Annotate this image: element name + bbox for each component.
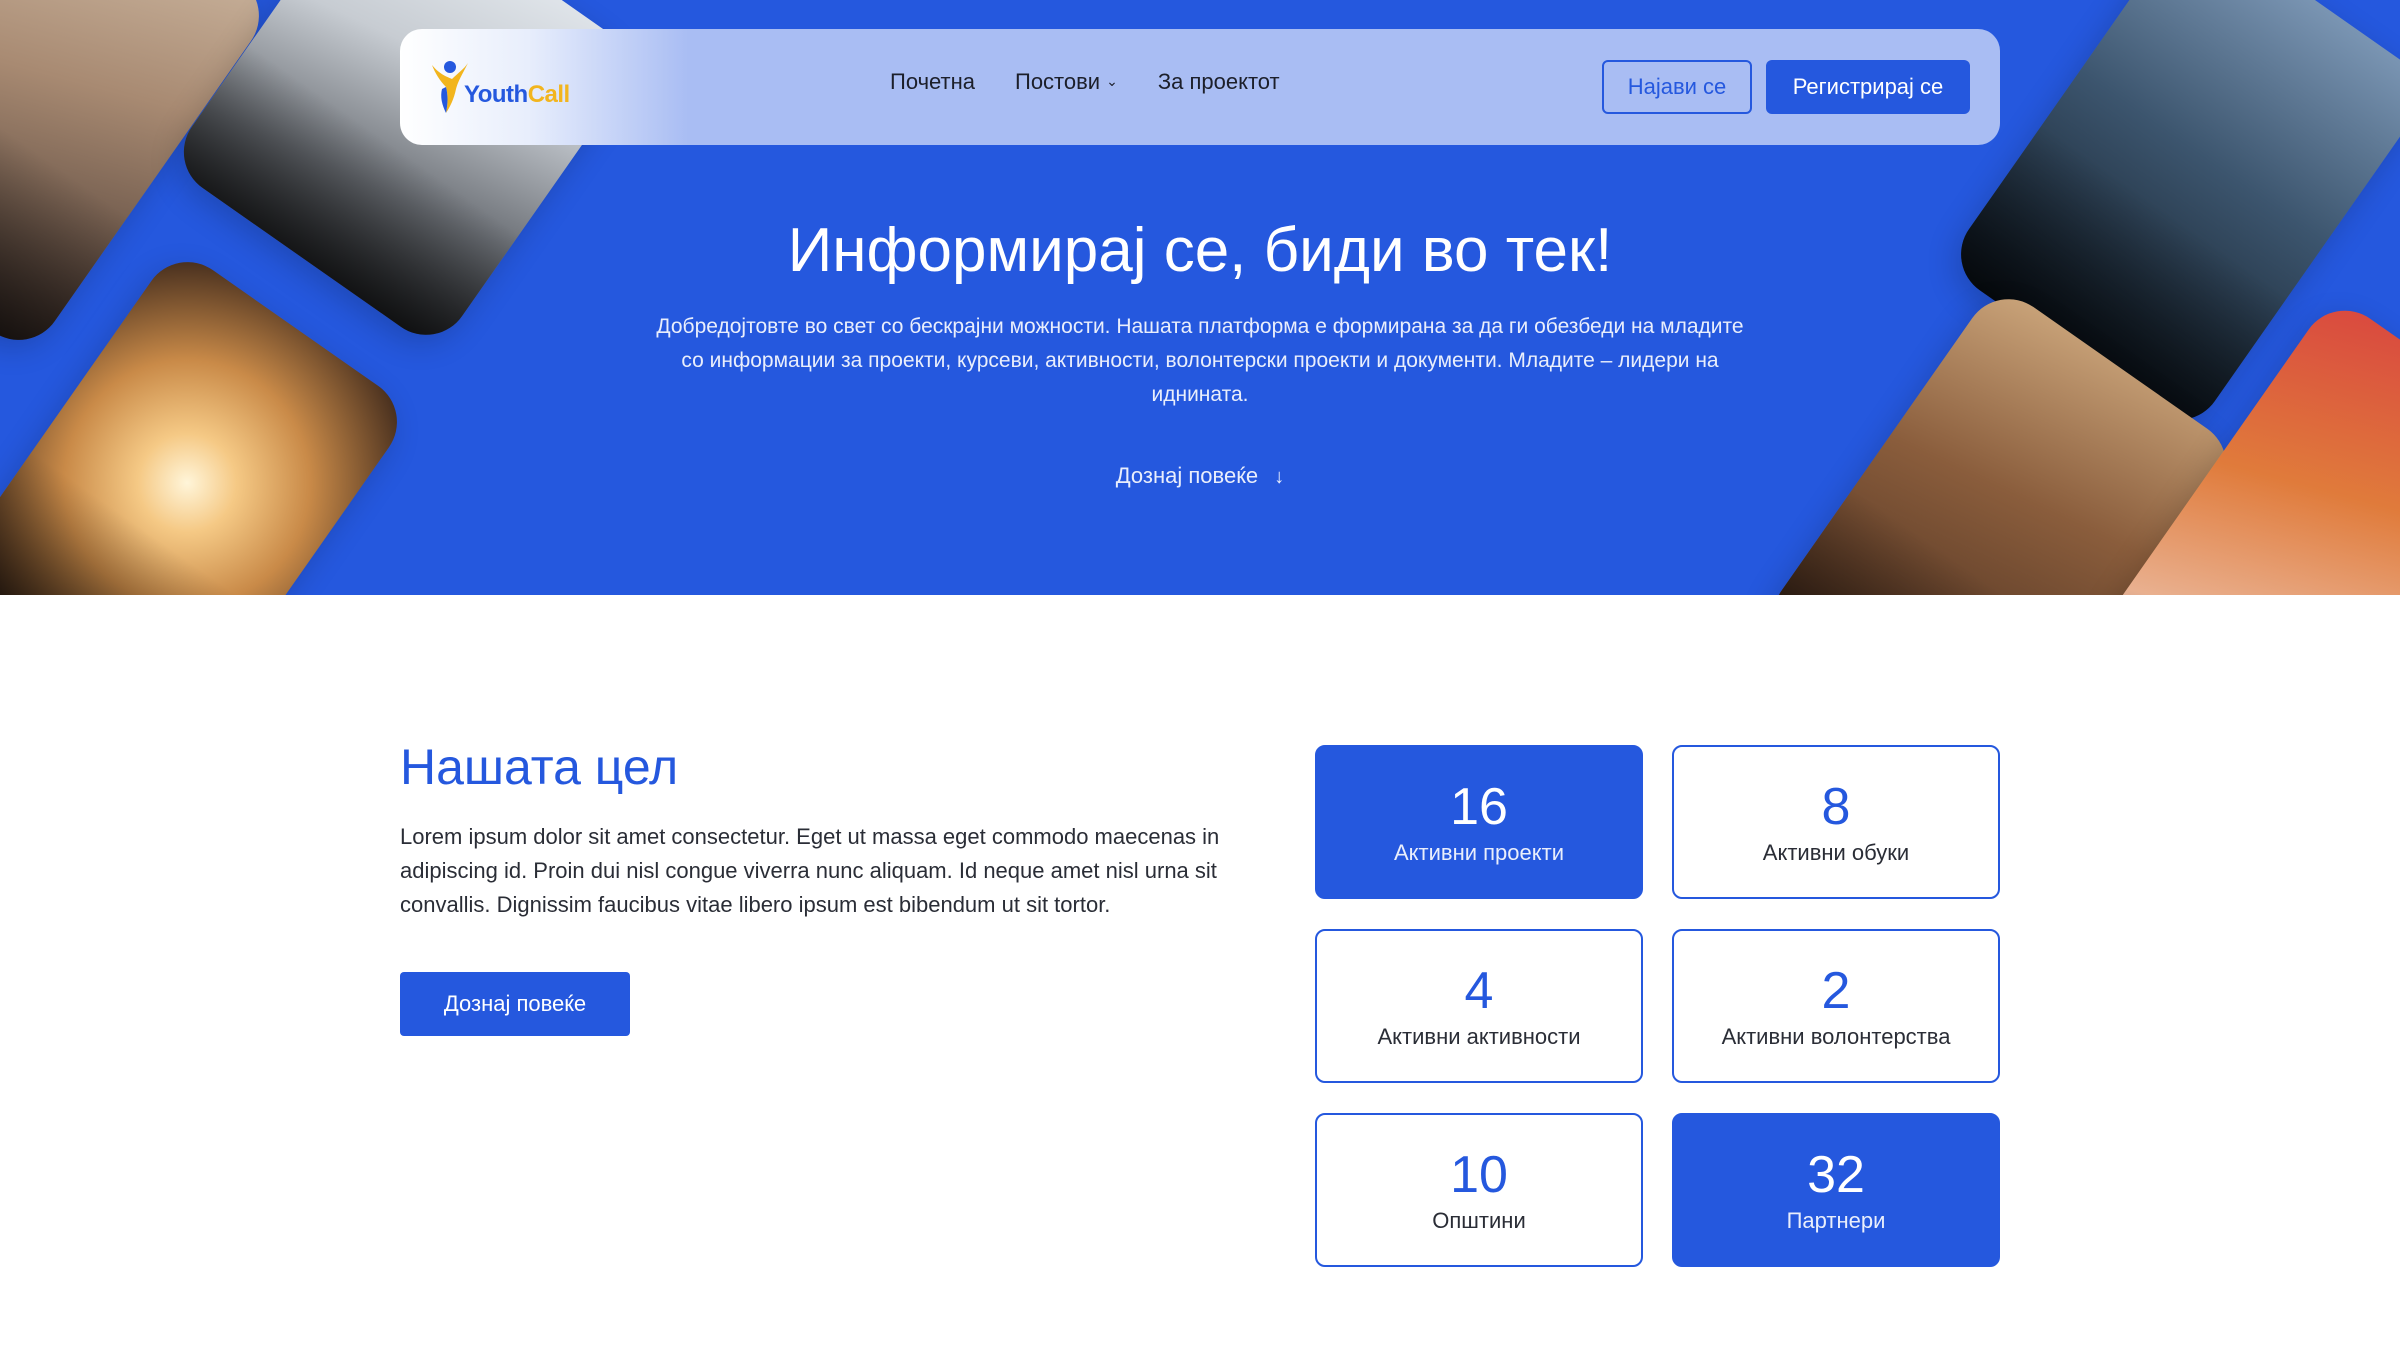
nav-item-about[interactable]: За проектот xyxy=(1158,69,1280,95)
stat-label: Активни активности xyxy=(1377,1024,1581,1049)
chevron-down-icon: ⌄ xyxy=(1106,73,1118,89)
logo-text: YouthCall xyxy=(464,81,570,108)
goal-learn-more-button[interactable]: Дознај повеќе xyxy=(400,972,630,1036)
register-button[interactable]: Регистрирај се xyxy=(1766,60,1970,114)
goal-title: Нашата цел xyxy=(400,739,679,795)
logo[interactable]: YouthCall xyxy=(430,59,570,115)
hero-description: Добредојтовте во свет со бескрајни можно… xyxy=(656,315,1744,406)
stat-label: Партнери xyxy=(1786,1208,1886,1233)
learn-more-label: Дознај повеќе xyxy=(1115,463,1259,488)
stat-label: Активни волонтерства xyxy=(1721,1024,1951,1049)
goal-description: Lorem ipsum dolor sit amet consectetur. … xyxy=(400,824,1220,917)
stat-value: 2 xyxy=(1821,962,1851,1020)
stat-value: 4 xyxy=(1464,962,1494,1020)
logo-figure-icon xyxy=(430,59,468,115)
nav-item-home[interactable]: Почетна xyxy=(890,69,975,95)
learn-more-link[interactable]: Дознај повеќе ↓ xyxy=(0,463,2400,489)
stat-card-projects[interactable]: 16 Активни проекти xyxy=(1315,745,1643,899)
hero-title: Информирај се, биди во тек! xyxy=(787,216,1613,285)
hero-section: YouthCall Почетна Постови ⌄ За проектот Н… xyxy=(0,0,2400,595)
stat-value: 32 xyxy=(1807,1146,1865,1204)
stat-value: 8 xyxy=(1821,778,1851,836)
top-navbar: YouthCall Почетна Постови ⌄ За проектот Н… xyxy=(400,29,2000,145)
stat-label: Активни обуки xyxy=(1762,840,1910,865)
stat-card-municipalities[interactable]: 10 Општини xyxy=(1315,1113,1643,1267)
stat-value: 16 xyxy=(1450,778,1508,836)
stat-value: 10 xyxy=(1450,1146,1508,1204)
nav-item-posts-label: Постови xyxy=(1015,69,1101,94)
stat-card-volunteering[interactable]: 2 Активни волонтерства xyxy=(1672,929,2000,1083)
stat-label: Општини xyxy=(1432,1208,1526,1233)
nav-links: Почетна Постови ⌄ За проектот xyxy=(890,69,1280,95)
stat-card-trainings[interactable]: 8 Активни обуки xyxy=(1672,745,2000,899)
stat-label: Активни проекти xyxy=(1393,840,1564,865)
arrow-down-icon: ↓ xyxy=(1274,466,1285,488)
login-button[interactable]: Најави се xyxy=(1602,60,1752,114)
stat-card-activities[interactable]: 4 Активни активности xyxy=(1315,929,1643,1083)
nav-item-posts[interactable]: Постови ⌄ xyxy=(1015,69,1118,95)
stat-card-partners[interactable]: 32 Партнери xyxy=(1672,1113,2000,1267)
